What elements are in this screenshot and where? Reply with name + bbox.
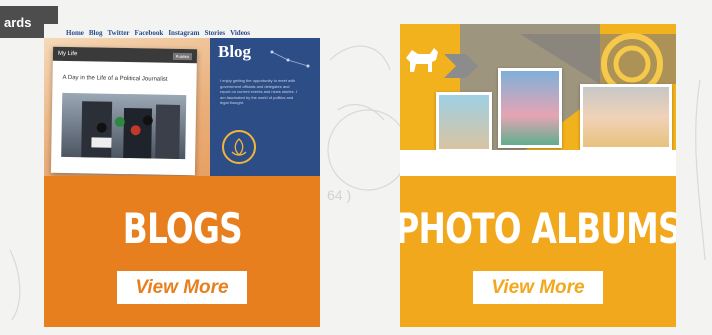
photo-frame-dog — [436, 92, 492, 152]
blog-panel-description: I enjoy getting the opportunity to meet … — [220, 78, 297, 105]
photo-albums-preview-image — [400, 24, 676, 176]
blogs-view-more-button[interactable]: View More — [117, 271, 247, 304]
blog-window-headline: A Day in the Life of a Political Journal… — [62, 74, 168, 83]
nav-home: Home — [66, 29, 84, 37]
blogs-card-footer: BLOGS View More — [44, 176, 320, 327]
nav-facebook: Facebook — [134, 29, 164, 37]
blog-preview-window: My Life Publish A Day in the Life of a P… — [50, 46, 198, 176]
nav-stories: Stories — [204, 29, 226, 37]
nav-blog: Blog — [88, 29, 103, 37]
nav-instagram: Instagram — [168, 29, 200, 37]
dog-icon — [406, 48, 438, 72]
seal-icon — [222, 130, 256, 164]
photo-albums-card-title: PHOTO ALBUMS — [400, 204, 676, 253]
photo-preview-strip — [400, 150, 676, 176]
corner-tab-label: ards — [4, 14, 32, 30]
photo-frame-car — [580, 84, 672, 150]
blog-info-panel: Blog I enjoy getting the opportunity to … — [210, 38, 320, 176]
blogs-card-title: BLOGS — [122, 204, 242, 253]
blog-window-button: Publish — [172, 52, 193, 60]
microphones-icon — [81, 101, 181, 159]
journalist-photo — [61, 92, 187, 160]
blog-panel-title: Blog — [218, 42, 252, 61]
svg-text:64 ): 64 ) — [327, 187, 351, 203]
photo-frame-kids — [498, 68, 562, 148]
nav-videos: Videos — [230, 29, 251, 37]
photo-albums-view-more-button[interactable]: View More — [473, 271, 603, 304]
blogs-card[interactable]: Home Blog Twitter Facebook Instagram Sto… — [44, 24, 320, 327]
constellation-icon — [270, 50, 310, 68]
blog-window-title: My Life — [57, 50, 78, 58]
blogs-preview-image: Home Blog Twitter Facebook Instagram Sto… — [44, 24, 320, 176]
nav-twitter: Twitter — [107, 29, 130, 37]
photo-albums-card[interactable]: PHOTO ALBUMS View More — [400, 24, 676, 327]
photo-albums-card-footer: PHOTO ALBUMS View More — [400, 176, 676, 327]
